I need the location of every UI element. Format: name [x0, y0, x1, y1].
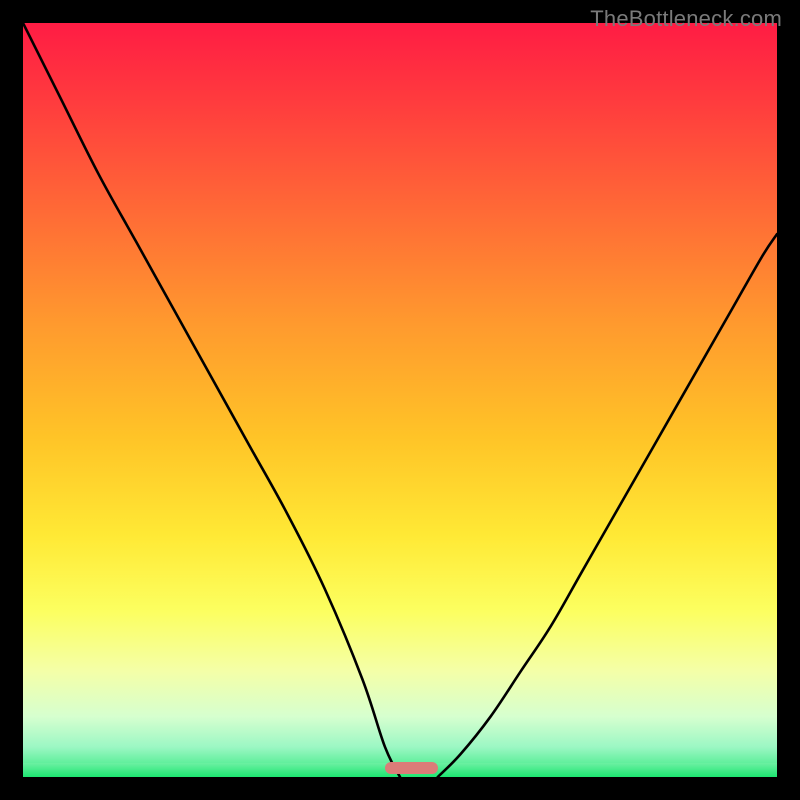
- chart-container: TheBottleneck.com: [0, 0, 800, 800]
- watermark-text: TheBottleneck.com: [590, 6, 782, 32]
- optimum-marker: [385, 762, 438, 774]
- bottleneck-curve: [23, 23, 777, 777]
- plot-area: [23, 23, 777, 777]
